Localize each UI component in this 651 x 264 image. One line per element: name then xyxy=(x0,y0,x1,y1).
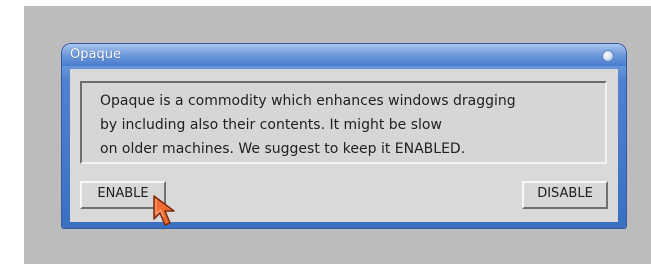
window-title: Opaque xyxy=(70,47,121,62)
message-line-2: by including also their contents. It mig… xyxy=(100,117,442,133)
message-box: Opaque is a commodity which enhances win… xyxy=(80,81,607,164)
title-bar[interactable]: Opaque xyxy=(62,44,626,66)
window-button-icon[interactable] xyxy=(603,51,613,61)
message-line-1: Opaque is a commodity which enhances win… xyxy=(100,93,516,109)
mouse-pointer-icon xyxy=(153,195,175,226)
opaque-dialog-window: Opaque Opaque is a commodity which enhan… xyxy=(62,44,626,228)
message-line-3: on older machines. We suggest to keep it… xyxy=(100,141,466,157)
disable-button[interactable]: DISABLE xyxy=(522,181,608,209)
